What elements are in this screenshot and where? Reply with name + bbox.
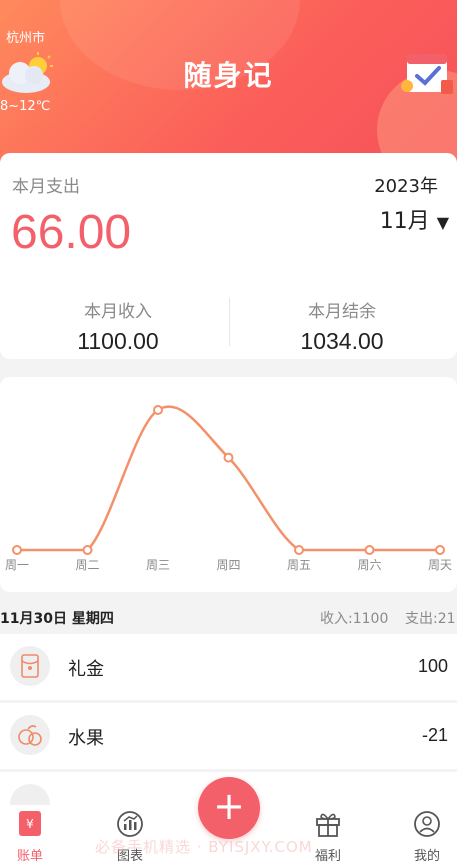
city-label[interactable]: 杭州市 [6,27,45,46]
day-date: 11月30日 星期四 [0,611,114,627]
calendar-checkin-icon[interactable] [399,46,455,100]
x-tick-label: 周三 [146,558,170,572]
fruit-icon [10,715,50,755]
month-expense-label: 本月支出 [12,177,80,197]
bill-icon: ¥ [19,811,41,836]
data-point[interactable] [364,545,375,555]
data-point[interactable] [82,545,93,555]
add-record-button[interactable]: + [198,777,260,839]
transaction-amount: -21 [421,725,448,745]
x-tick-label: 周六 [357,558,381,572]
month-summary-card: 本月支出 66.00 2023年 11月 ▼ 本月收入 1100.00 本月结余… [0,153,457,359]
x-tick-label: 周四 [216,558,240,572]
tab-bill[interactable]: ¥ 账单 [0,805,60,868]
chart-icon [117,811,143,837]
series-line [17,405,440,552]
x-tick-label: 周五 [287,558,311,572]
transaction-name: 水果 [68,728,104,749]
watermark: 必备手机精选 · BYISJXY.COM [95,838,313,856]
month-income: 本月收入 1100.00 [4,297,232,355]
plus-icon: + [213,784,245,828]
month-income-label: 本月收入 [84,302,152,322]
transaction-name: 礼金 [68,659,104,680]
svg-text:¥: ¥ [26,817,34,831]
data-point[interactable] [294,545,304,555]
transaction-row[interactable]: 礼金 100 [0,634,457,700]
day-expense: 支出:21 [405,611,456,627]
caret-down-icon: ▼ [436,213,449,232]
gift-icon [316,813,340,837]
month-selector[interactable]: 11月 ▼ [380,203,449,235]
app-title: 随身记 [183,59,274,92]
month-label: 11月 [379,209,430,234]
day-income: 收入:1100 [320,611,389,627]
month-expense-value: 66.00 [11,206,132,259]
data-point[interactable] [435,545,445,555]
tab-mine[interactable]: 我的 [397,805,457,868]
data-point[interactable] [12,545,22,555]
month-balance-value: 1034.00 [300,328,384,354]
transaction-row[interactable]: 水果 -21 [0,703,457,769]
tab-label: 我的 [413,849,440,864]
user-icon [414,811,440,837]
x-tick-label: 周二 [75,558,99,572]
weekly-line-chart: 周一 周二 周三 周四 周五 周六 周天 [5,405,452,572]
data-point[interactable] [153,405,163,415]
transaction-amount: 100 [417,656,448,676]
month-balance-label: 本月结余 [308,302,376,322]
data-point[interactable] [223,452,234,463]
year-label[interactable]: 2023年 [374,172,438,198]
red-envelope-icon [10,646,50,686]
tab-label: 账单 [16,849,43,864]
weekly-chart-card: 周一 周二 周三 周四 周五 周六 周天 [0,377,457,592]
x-tick-label: 周天 [428,558,452,572]
x-tick-label: 周一 [5,558,29,572]
month-balance: 本月结余 1034.00 [228,297,456,355]
month-income-value: 1100.00 [77,328,159,354]
temperature-label: 8~12℃ [0,99,51,114]
day-header: 11月30日 星期四 收入:1100 支出:21 [0,600,457,632]
